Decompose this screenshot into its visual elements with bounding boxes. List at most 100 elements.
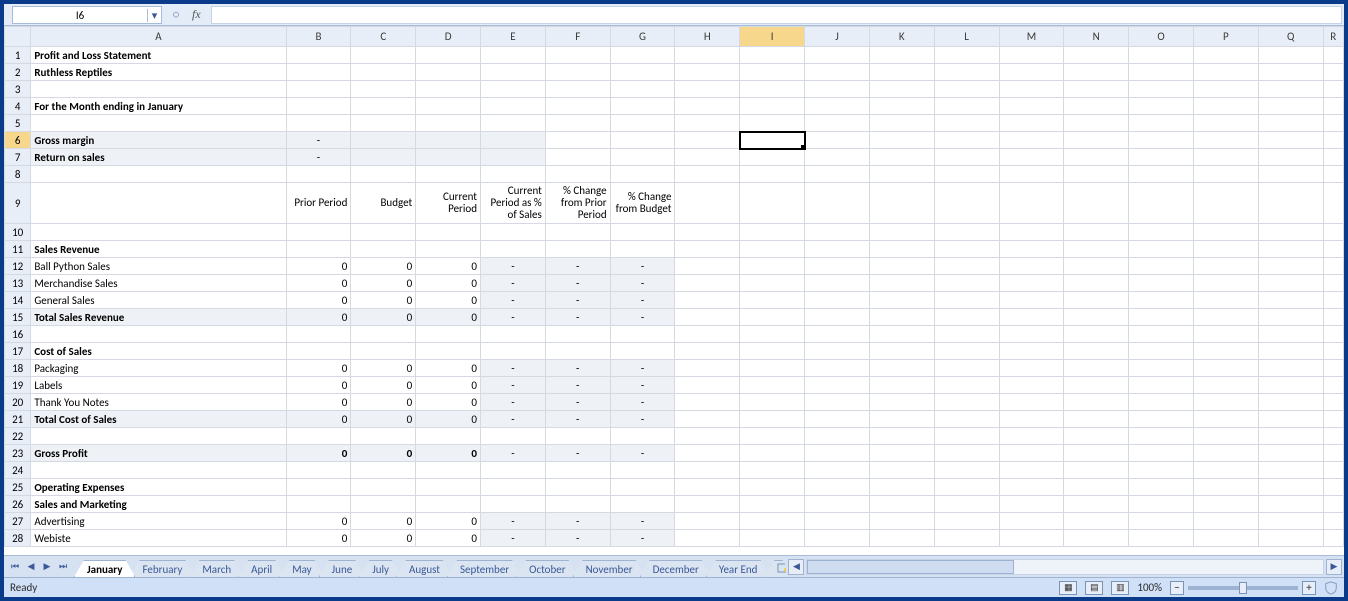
cell[interactable]: [1258, 98, 1323, 115]
cell[interactable]: [481, 241, 546, 258]
cell[interactable]: [869, 149, 934, 166]
cell[interactable]: [805, 479, 870, 496]
cell[interactable]: [1258, 343, 1323, 360]
cell[interactable]: Gross margin: [31, 132, 286, 149]
cell[interactable]: [934, 360, 999, 377]
cell[interactable]: [999, 64, 1064, 81]
cell[interactable]: [545, 241, 610, 258]
row-header[interactable]: 21: [5, 411, 31, 428]
cell[interactable]: [869, 81, 934, 98]
row-header[interactable]: 17: [5, 343, 31, 360]
cell[interactable]: [1258, 411, 1323, 428]
row-header[interactable]: 4: [5, 98, 31, 115]
cell[interactable]: [805, 115, 870, 132]
cell[interactable]: [805, 326, 870, 343]
cell[interactable]: [1193, 241, 1258, 258]
cell[interactable]: Profit and Loss Statement: [31, 47, 286, 64]
row-header[interactable]: 5: [5, 115, 31, 132]
cell[interactable]: [610, 132, 675, 149]
cell[interactable]: [675, 513, 740, 530]
cell[interactable]: [1064, 64, 1129, 81]
row-header[interactable]: 9: [5, 183, 31, 224]
cell[interactable]: [1129, 132, 1194, 149]
cell[interactable]: -: [545, 394, 610, 411]
cell[interactable]: [1258, 394, 1323, 411]
cell[interactable]: [1064, 428, 1129, 445]
zoom-track[interactable]: [1188, 586, 1298, 590]
cell[interactable]: [1193, 115, 1258, 132]
cell[interactable]: [999, 275, 1064, 292]
cell[interactable]: [1323, 530, 1343, 547]
row-header[interactable]: 11: [5, 241, 31, 258]
cell[interactable]: [416, 343, 481, 360]
cell[interactable]: [805, 496, 870, 513]
sheet-tab[interactable]: February: [129, 560, 195, 577]
cell[interactable]: [869, 513, 934, 530]
column-header[interactable]: B: [286, 27, 351, 47]
row-header[interactable]: 1: [5, 47, 31, 64]
zoom-out-icon[interactable]: −: [1170, 581, 1184, 595]
cell[interactable]: -: [610, 360, 675, 377]
cell[interactable]: [1064, 149, 1129, 166]
cell[interactable]: [869, 224, 934, 241]
cell[interactable]: [416, 115, 481, 132]
cell[interactable]: [675, 309, 740, 326]
cell[interactable]: [1064, 326, 1129, 343]
cell[interactable]: [351, 326, 416, 343]
cell[interactable]: [545, 479, 610, 496]
cell[interactable]: [545, 98, 610, 115]
cell[interactable]: [31, 462, 286, 479]
cell[interactable]: -: [545, 360, 610, 377]
cell[interactable]: [610, 241, 675, 258]
cell[interactable]: Ruthless Reptiles: [31, 64, 286, 81]
cell[interactable]: [1193, 360, 1258, 377]
cell[interactable]: -: [610, 292, 675, 309]
cell[interactable]: [1258, 241, 1323, 258]
cell[interactable]: [999, 241, 1064, 258]
cell[interactable]: [1258, 64, 1323, 81]
cell[interactable]: [934, 224, 999, 241]
cell[interactable]: [1129, 166, 1194, 183]
select-all-corner[interactable]: [5, 27, 31, 47]
cell[interactable]: [1129, 183, 1194, 224]
row-header[interactable]: 3: [5, 81, 31, 98]
cell[interactable]: [999, 360, 1064, 377]
cell[interactable]: [934, 81, 999, 98]
cell-grid[interactable]: ABCDEFGHIJKLMNOPQR 1Profit and Loss Stat…: [4, 26, 1344, 547]
cell[interactable]: [805, 292, 870, 309]
formula-input[interactable]: [211, 6, 1342, 24]
cell[interactable]: [1193, 462, 1258, 479]
cell[interactable]: [481, 496, 546, 513]
cell[interactable]: [1064, 479, 1129, 496]
column-header[interactable]: N: [1064, 27, 1129, 47]
cell[interactable]: 0: [286, 394, 351, 411]
cell[interactable]: [934, 47, 999, 64]
cell[interactable]: [675, 394, 740, 411]
cell[interactable]: -: [610, 394, 675, 411]
cell[interactable]: [481, 98, 546, 115]
cell[interactable]: [286, 115, 351, 132]
cell[interactable]: [805, 343, 870, 360]
cell[interactable]: [481, 343, 546, 360]
cell[interactable]: 0: [416, 292, 481, 309]
cell[interactable]: [1193, 309, 1258, 326]
cell[interactable]: [481, 224, 546, 241]
cell[interactable]: [1323, 496, 1343, 513]
cell[interactable]: [351, 166, 416, 183]
cell[interactable]: -: [481, 411, 546, 428]
cell[interactable]: [286, 64, 351, 81]
cell[interactable]: [805, 411, 870, 428]
column-header[interactable]: F: [545, 27, 610, 47]
cell[interactable]: [1129, 445, 1194, 462]
cell[interactable]: [999, 394, 1064, 411]
cell[interactable]: [1129, 241, 1194, 258]
cell[interactable]: [286, 462, 351, 479]
cell[interactable]: [351, 98, 416, 115]
cell[interactable]: [1064, 462, 1129, 479]
cell[interactable]: [1129, 64, 1194, 81]
sheet-tab[interactable]: June: [319, 560, 366, 577]
cell[interactable]: [869, 326, 934, 343]
cell[interactable]: [351, 343, 416, 360]
cell[interactable]: [934, 183, 999, 224]
cell[interactable]: [1064, 275, 1129, 292]
